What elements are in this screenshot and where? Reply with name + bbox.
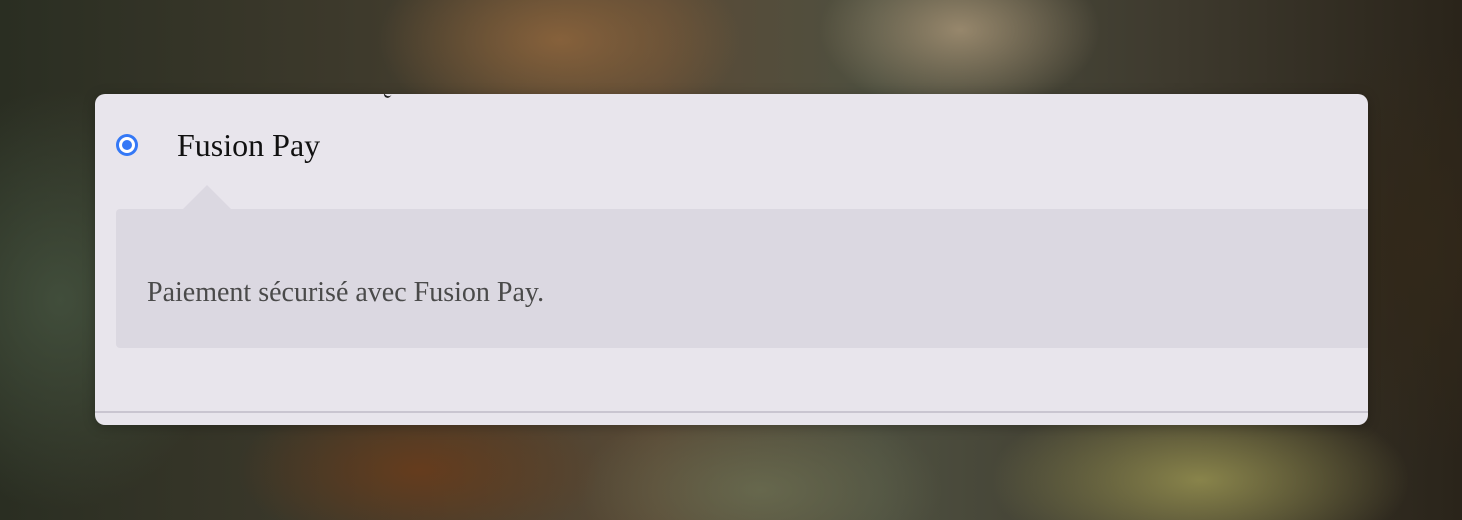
payment-description-box: Paiement sécurisé avec Fusion Pay.	[116, 185, 1368, 348]
payment-option-label: Fusion Pay	[177, 127, 321, 163]
payment-methods-panel: Fusion Pay Paiement sécurisé avec Fusion…	[95, 94, 1368, 425]
divider	[95, 411, 1368, 413]
payment-description-text: Paiement sécurisé avec Fusion Pay.	[147, 277, 545, 308]
radio-button-selected[interactable]	[116, 134, 138, 156]
description-pointer	[183, 185, 231, 209]
payment-option-fusion-pay[interactable]: Fusion Pay	[116, 127, 320, 163]
clipped-text-fragment	[382, 94, 394, 100]
